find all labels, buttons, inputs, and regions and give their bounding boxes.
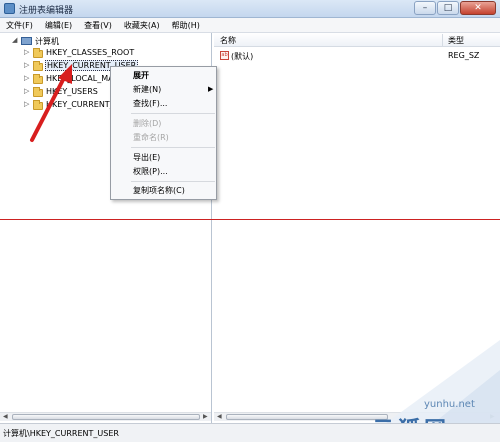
scroll-left-icon[interactable]: ◀ bbox=[217, 413, 222, 420]
value-type-cell: REG_SZ bbox=[448, 51, 480, 60]
menu-divider bbox=[131, 181, 215, 182]
close-button[interactable]: ✕ bbox=[460, 1, 496, 15]
menu-view[interactable]: 查看(V) bbox=[78, 18, 118, 32]
annotation-arrow bbox=[30, 64, 72, 142]
ctx-rename: 重命名(R) bbox=[133, 133, 169, 142]
maximize-icon: □ bbox=[443, 3, 453, 13]
ctx-export[interactable]: 导出(E) bbox=[133, 152, 160, 163]
reg-string-icon: ab bbox=[220, 51, 229, 60]
list-header: 名称 类型 bbox=[214, 33, 500, 47]
tree-root-label[interactable]: 计算机 bbox=[35, 36, 59, 47]
context-menu: 展开 新建(N) ▶ 查找(F)... 删除(D) 重命名(R) 导出(E) 权… bbox=[110, 66, 217, 200]
menu-divider bbox=[131, 113, 215, 114]
ctx-delete: 删除(D) bbox=[133, 119, 162, 128]
menu-divider bbox=[131, 147, 215, 148]
value-name-cell: (默认) bbox=[231, 52, 254, 61]
watermark-url: yunhu.net bbox=[424, 399, 475, 410]
regedit-app-icon bbox=[4, 3, 15, 14]
tree-horizontal-scrollbar[interactable]: ◀ ▶ bbox=[0, 412, 211, 421]
menu-edit[interactable]: 编辑(E) bbox=[39, 18, 78, 32]
window-title: 注册表编辑器 bbox=[19, 6, 74, 16]
expand-triangle-icon[interactable]: ▷ bbox=[24, 48, 29, 56]
computer-icon bbox=[21, 37, 32, 45]
ctx-permissions[interactable]: 权限(P)... bbox=[133, 166, 168, 177]
status-path: 计算机\HKEY_CURRENT_USER bbox=[3, 429, 119, 438]
menu-file[interactable]: 文件(F) bbox=[0, 18, 39, 32]
menu-favorites[interactable]: 收藏夹(A) bbox=[118, 18, 166, 32]
folder-icon bbox=[33, 48, 43, 58]
status-bar: 计算机\HKEY_CURRENT_USER bbox=[0, 423, 500, 442]
ctx-find[interactable]: 查找(F)... bbox=[133, 98, 167, 109]
minimize-icon: – bbox=[422, 3, 428, 13]
ctx-expand[interactable]: 展开 bbox=[133, 70, 149, 81]
menu-help[interactable]: 帮助(H) bbox=[166, 18, 206, 32]
scroll-thumb[interactable] bbox=[12, 414, 200, 420]
ctx-copy-key-name[interactable]: 复制项名称(C) bbox=[133, 185, 185, 196]
column-type-header[interactable]: 类型 bbox=[448, 35, 464, 46]
column-divider[interactable] bbox=[442, 34, 443, 46]
column-name-header[interactable]: 名称 bbox=[220, 35, 236, 46]
scroll-right-icon[interactable]: ▶ bbox=[203, 413, 208, 420]
menu-bar: 文件(F) 编辑(E) 查看(V) 收藏夹(A) 帮助(H) bbox=[0, 18, 500, 33]
tree-item-label[interactable]: HKEY_CLASSES_ROOT bbox=[46, 48, 134, 57]
close-icon: ✕ bbox=[474, 3, 482, 13]
table-row[interactable]: ab (默认) REG_SZ bbox=[214, 50, 500, 62]
annotation-line bbox=[0, 219, 500, 220]
window-controls: – □ ✕ bbox=[413, 1, 496, 15]
minimize-button[interactable]: – bbox=[414, 1, 436, 15]
submenu-arrow-icon: ▶ bbox=[208, 85, 214, 93]
collapse-triangle-icon[interactable]: ◢ bbox=[12, 36, 17, 44]
title-bar: 注册表编辑器 – □ ✕ bbox=[0, 0, 500, 18]
ctx-new[interactable]: 新建(N) bbox=[133, 84, 161, 95]
scroll-left-icon[interactable]: ◀ bbox=[3, 413, 8, 420]
maximize-button[interactable]: □ bbox=[437, 1, 459, 15]
